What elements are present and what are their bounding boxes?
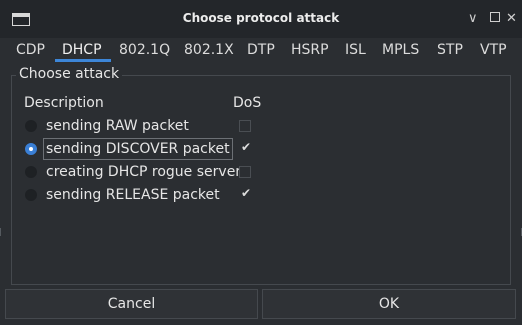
dos-checkbox[interactable]: ✔ [239, 140, 252, 155]
tab-isl[interactable]: ISL [345, 40, 366, 60]
dos-checkbox[interactable]: ✔ [239, 186, 252, 201]
cancel-button[interactable]: Cancel [5, 289, 258, 319]
attack-row-discover[interactable]: sending DISCOVER packet [25, 138, 265, 160]
ok-button[interactable]: OK [262, 289, 516, 319]
tab-8021x[interactable]: 802.1X [184, 40, 234, 60]
title-bar[interactable]: Choose protocol attack ∨ ✕ [0, 0, 522, 38]
window-edge-mark [0, 228, 1, 236]
tab-stp[interactable]: STP [437, 40, 463, 60]
active-tab-indicator [55, 59, 111, 62]
attack-label: sending RAW packet [46, 118, 189, 134]
group-legend: Choose attack [16, 66, 123, 82]
attack-radio[interactable] [25, 120, 37, 132]
checkmark-icon: ✔ [241, 140, 252, 154]
attack-row-raw[interactable]: sending RAW packet [25, 116, 265, 136]
attack-radio[interactable] [25, 189, 37, 201]
attack-radio[interactable] [25, 143, 37, 155]
dos-header: DoS [233, 95, 262, 111]
dos-checkbox[interactable] [239, 120, 251, 132]
attack-row-rogue-server[interactable]: creating DHCP rogue server [25, 162, 265, 182]
attack-row-release[interactable]: sending RELEASE packet [25, 185, 265, 205]
window-title: Choose protocol attack [182, 11, 340, 25]
maximize-icon[interactable] [490, 12, 500, 22]
attack-radio[interactable] [25, 166, 37, 178]
tab-dhcp[interactable]: DHCP [62, 40, 102, 60]
tab-mpls[interactable]: MPLS [382, 40, 419, 60]
tab-hsrp[interactable]: HSRP [291, 40, 329, 60]
checkmark-icon: ✔ [241, 186, 252, 200]
tab-vtp[interactable]: VTP [480, 40, 507, 60]
attack-label: sending DISCOVER packet [43, 138, 233, 160]
tab-cdp[interactable]: CDP [16, 40, 45, 60]
attack-label: creating DHCP rogue server [46, 164, 242, 180]
close-icon[interactable]: ✕ [506, 12, 517, 26]
attack-label: sending RELEASE packet [46, 187, 220, 203]
description-header: Description [24, 95, 104, 111]
dos-checkbox[interactable] [239, 166, 251, 178]
tab-dtp[interactable]: DTP [247, 40, 275, 60]
tab-8021q[interactable]: 802.1Q [119, 40, 170, 60]
minimize-icon[interactable]: ∨ [468, 12, 478, 26]
